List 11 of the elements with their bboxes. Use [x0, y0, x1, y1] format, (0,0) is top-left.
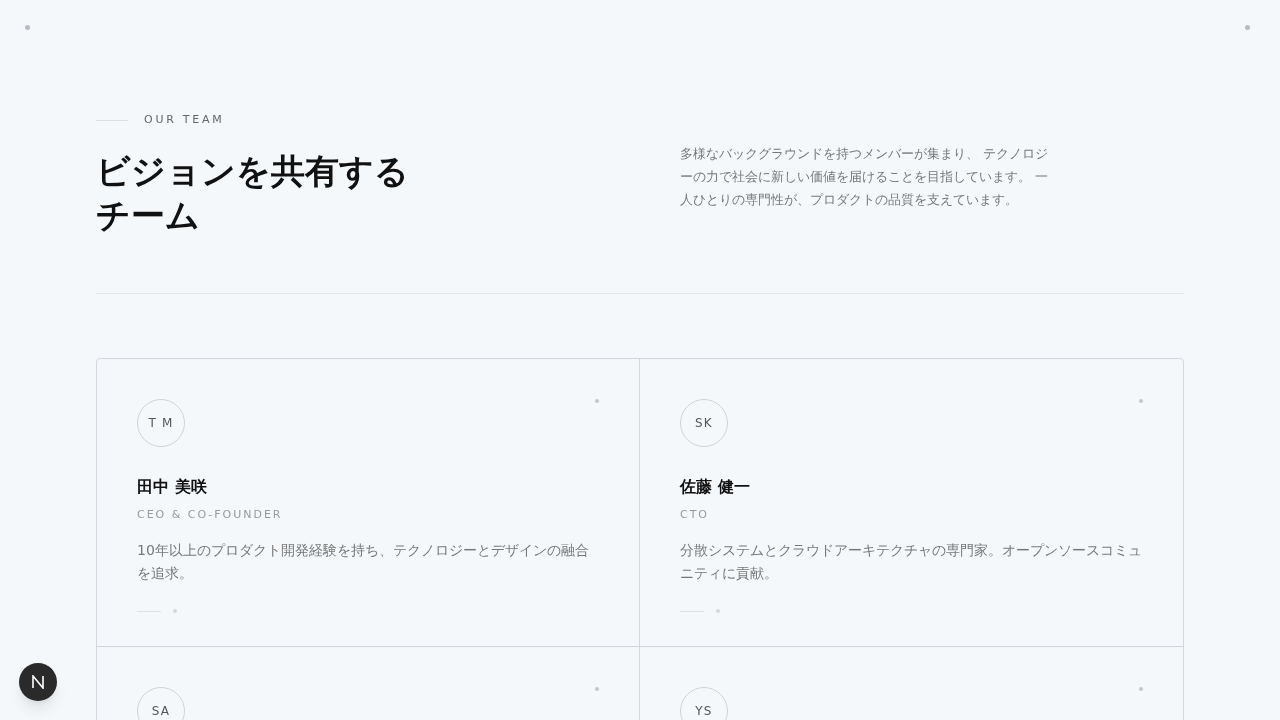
logo-button[interactable]: [19, 663, 57, 701]
member-role: CEO & CO-FOUNDER: [137, 506, 284, 523]
n-logo-icon: [31, 675, 45, 689]
member-bio: 分散システムとクラウドアーキテクチャの専門家。オープンソースコミュニティに貢献。: [680, 541, 1143, 583]
eyebrow-label: OUR TEAM: [144, 112, 225, 128]
member-name: 田中 美咲: [137, 475, 208, 498]
member-bio: 10年以上のプロダクト開発経験を持ち、テクノロジーとデザインの融合を追求。: [137, 541, 590, 583]
section-heading: ビジョンを共有する チーム: [96, 149, 409, 237]
intro-paragraph: 多様なバックグラウンドを持つメンバーが集まり、 テクノロジーの力で社会に新しい価値を届けることを目指しています。 一人ひとりの専門性が、プロダクトの品質を支えています。: [680, 145, 1050, 209]
member-role: CTO: [680, 506, 710, 523]
member-name: 佐藤 健一: [680, 475, 751, 498]
